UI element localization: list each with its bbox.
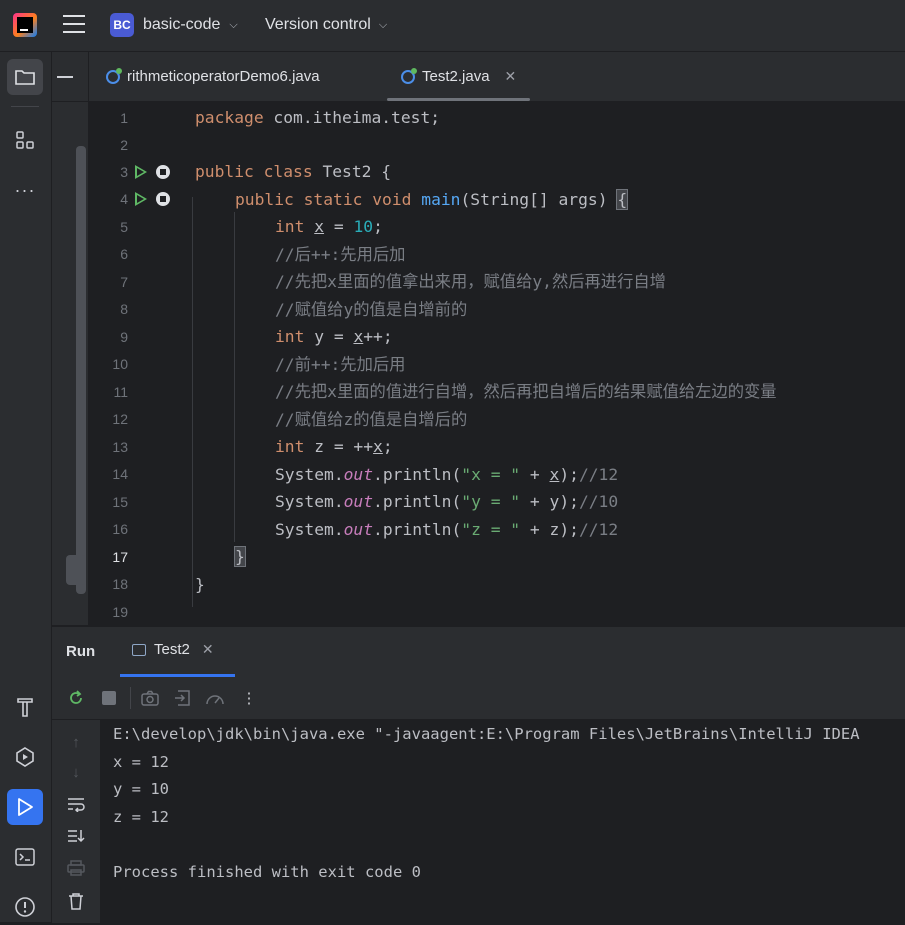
console-line: E:\develop\jdk\bin\java.exe "-javaagent:… [113,725,860,743]
chevron-down-icon: ⌵ [378,18,388,31]
line-number: 8 [120,301,128,317]
java-class-icon [401,67,417,84]
camera-icon[interactable] [140,688,160,708]
close-icon[interactable]: ✕ [505,68,517,85]
code-comment: //赋值给z的值是自增后的 [275,410,468,429]
code-line: int x = 10; [275,217,383,236]
console-line: y = 10 [113,780,169,798]
run-tab-test2[interactable]: Test2 ✕ [132,641,214,658]
code-line: package com.itheima.test; [195,108,441,127]
code-line: } [195,575,205,594]
console-line: z = 12 [113,808,169,826]
exit-icon[interactable] [173,688,193,708]
console-line: x = 12 [113,753,169,771]
line-number: 16 [112,521,128,537]
java-class-icon [106,67,122,84]
main-toolbar: BC basic-code ⌵ Version control ⌵ [0,0,905,52]
tab-arithmeticoperatordemo6[interactable]: rithmeticoperatorDemo6.java [106,52,320,101]
rerun-icon[interactable] [66,688,86,708]
line-number: 10 [112,356,128,372]
line-number: 5 [120,219,128,235]
soft-wrap-icon[interactable] [66,796,86,816]
run-class-icon[interactable] [135,165,147,179]
scroll-thumb[interactable] [66,555,86,585]
line-number: 7 [120,274,128,290]
minimize-icon[interactable] [57,76,73,78]
editor-tab-bar: rithmeticoperatorDemo6.java Test2.java ✕ [52,52,905,102]
line-number: 12 [112,411,128,427]
code-comment: //先把x里面的值进行自增，然后再把自增后的结果赋值给左边的变量 [275,382,777,401]
project-folder-icon[interactable] [7,59,43,95]
vcs-label: Version control [265,16,371,33]
console-output[interactable]: E:\develop\jdk\bin\java.exe "-javaagent:… [100,720,905,923]
code-line: System.out.println("z = " + z);//12 [275,520,619,539]
close-icon[interactable]: ✕ [202,641,214,658]
scroll-to-end-icon[interactable] [66,828,86,848]
code-line: System.out.println("x = " + x);//12 [275,465,619,484]
tool-window-bar: ··· [0,52,52,922]
arrow-down-icon[interactable]: ↓ [66,764,86,781]
line-number: 2 [120,137,128,153]
code-line: System.out.println("y = " + y);//10 [275,492,619,511]
line-number: 13 [112,439,128,455]
line-gutter: 1 2 3 4 5 6 7 8 9 10 11 12 13 14 15 16 1… [88,102,192,625]
line-number: 1 [120,110,128,126]
run-main-icon[interactable] [135,192,147,206]
main-menu-icon[interactable] [63,15,85,35]
project-name: basic-code [143,16,221,33]
code-line: int z = ++x; [275,437,393,456]
run-tab-label: Test2 [154,641,190,658]
console-line: Process finished with exit code 0 [113,863,421,881]
tab-test2[interactable]: Test2.java ✕ [386,52,531,101]
version-control-menu[interactable]: Version control ⌵ [265,13,387,37]
terminal-icon[interactable] [7,839,43,875]
run-panel-title: Run [66,643,96,660]
stop-icon[interactable] [156,192,170,206]
console-side-toolbar: ↑ ↓ [52,720,100,923]
stop-icon[interactable] [99,688,119,708]
code-line: public class Test2 { [195,162,392,181]
line-number: 6 [120,246,128,262]
services-icon[interactable] [7,739,43,775]
line-number: 9 [120,329,128,345]
line-number: 14 [112,466,128,482]
structure-icon[interactable] [7,122,43,158]
console-icon [132,643,146,656]
project-selector[interactable]: BC basic-code ⌵ [110,13,238,37]
trash-icon[interactable] [66,892,86,914]
line-number: 15 [112,494,128,510]
more-icon[interactable]: ··· [7,172,43,208]
arrow-up-icon[interactable]: ↑ [66,734,86,751]
code-line: public static void main(String[] args) { [235,189,629,210]
code-line: } [234,546,246,567]
code-line: int y = x++; [275,327,393,346]
editor-scrollbar[interactable] [76,146,86,594]
print-icon[interactable] [66,860,86,880]
line-number: 11 [113,384,128,400]
line-number: 18 [112,576,128,592]
run-icon[interactable] [7,789,43,825]
intellij-logo-icon[interactable] [13,13,37,37]
more-options-icon[interactable]: ⋮ [239,688,259,708]
build-hammer-icon[interactable] [7,689,43,725]
tab-label: Test2.java [422,68,490,85]
tab-label: rithmeticoperatorDemo6.java [127,68,320,85]
problems-icon[interactable] [7,889,43,925]
stop-icon[interactable] [156,165,170,179]
chevron-down-icon: ⌵ [229,18,238,31]
code-editor[interactable]: package com.itheima.test; public class T… [192,102,905,625]
line-number-current: 17 [112,549,128,565]
profiler-icon[interactable] [205,688,225,708]
code-comment: //前++:先加后用 [275,355,406,374]
code-comment: //赋值给y的值是自增前的 [275,300,468,319]
line-number: 3 [120,164,128,180]
line-number: 4 [120,191,128,207]
editor-left-strip [52,102,88,625]
run-tool-window: Run Test2 ✕ ⋮ ↑ ↓ E:\develop\jdk\bin\jav… [52,626,905,923]
code-comment: //后++:先用后加 [275,245,406,264]
project-badge: BC [110,13,134,37]
code-comment: //先把x里面的值拿出来用，赋值给y,然后再进行自增 [275,272,666,291]
run-toolbar: ⋮ [52,677,905,720]
line-number: 19 [112,604,128,620]
